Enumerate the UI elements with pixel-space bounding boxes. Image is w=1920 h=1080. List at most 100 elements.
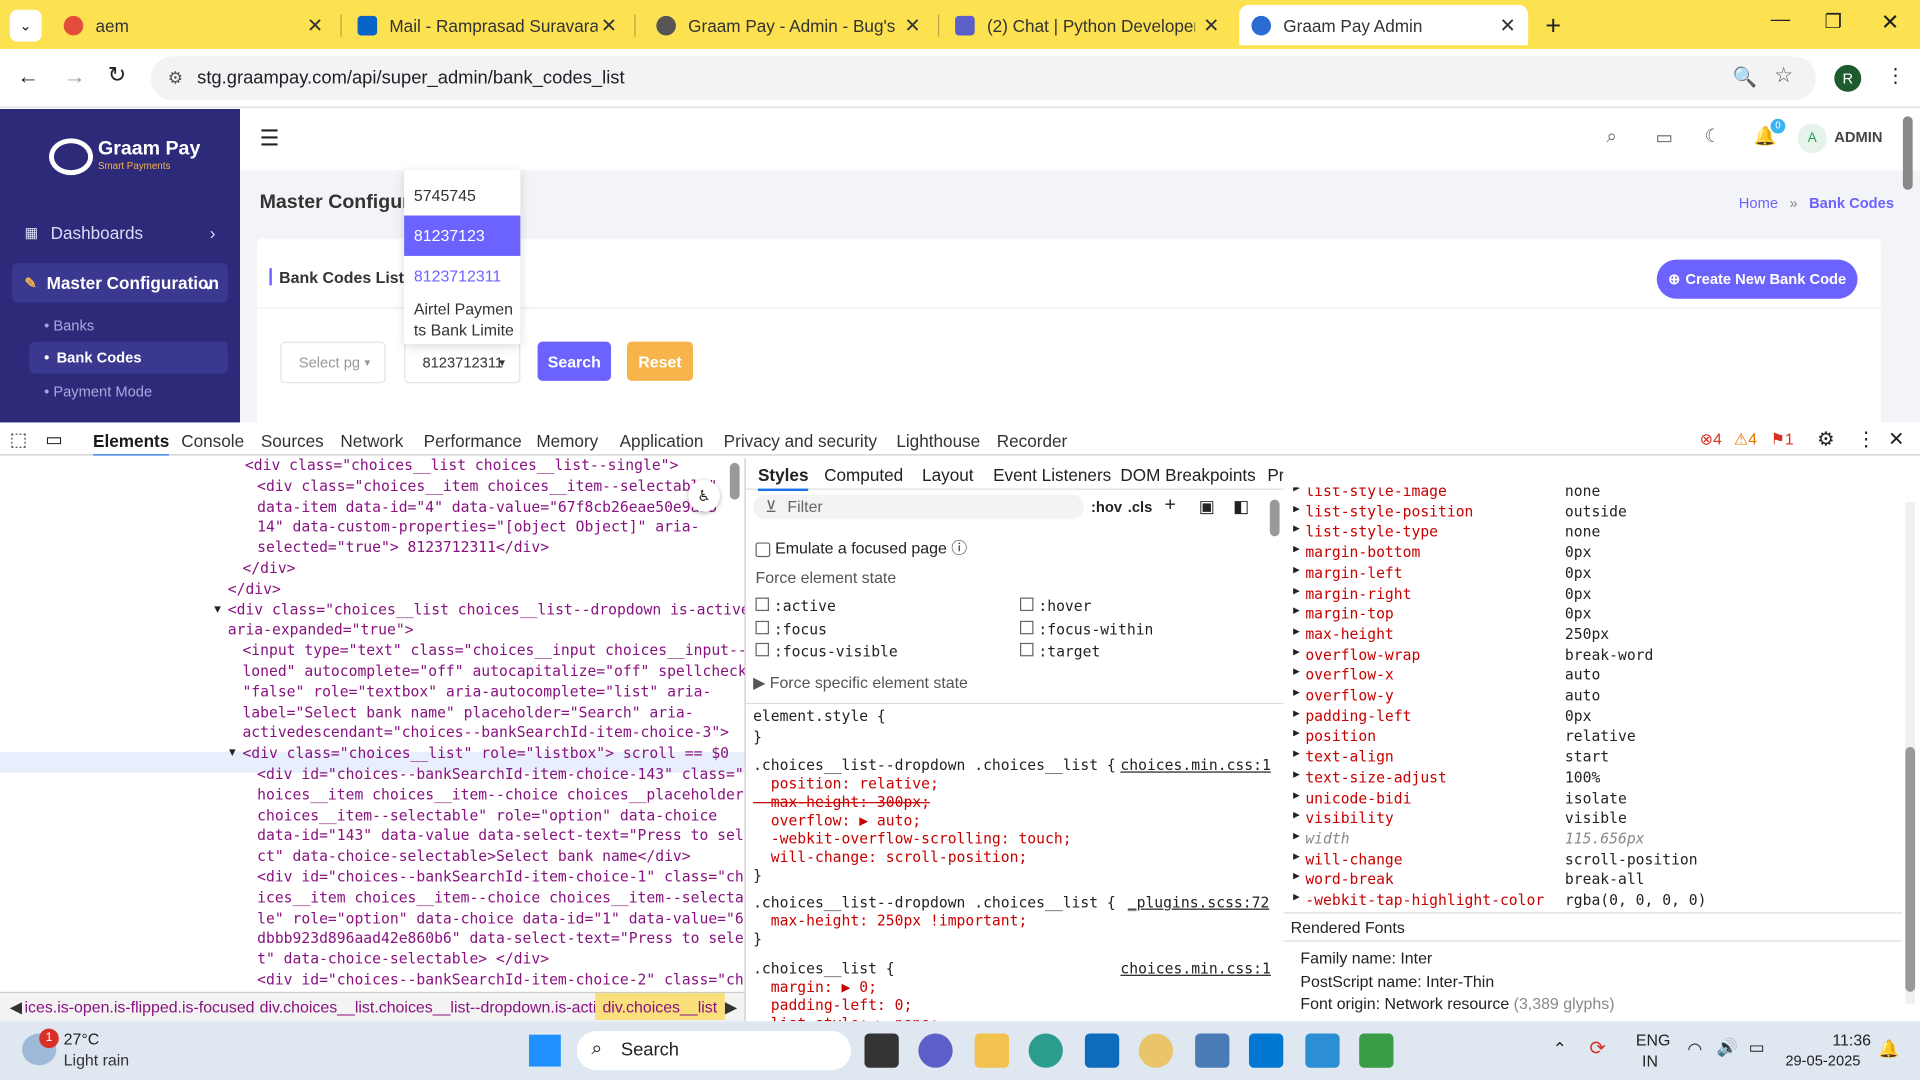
search-button[interactable]: Search <box>537 341 612 381</box>
tab-search-icon[interactable]: ⌄ <box>9 9 42 42</box>
state-target[interactable]: :target <box>1020 642 1100 660</box>
state-focus-visible[interactable]: :focus-visible <box>755 642 898 660</box>
store-icon[interactable] <box>1084 1033 1120 1068</box>
computed-row[interactable]: ▶ list-style-type none <box>1286 523 1898 544</box>
expand-triangle-icon[interactable]: ▶ <box>1293 728 1300 740</box>
clock-time[interactable]: 11:36 <box>1805 1031 1871 1049</box>
chrome-icon[interactable] <box>1138 1033 1174 1068</box>
reset-button[interactable]: Reset <box>626 341 694 381</box>
expand-triangle-icon[interactable]: ▶ <box>1293 564 1300 576</box>
dom-node-line[interactable]: <div id="choices--bankSearchId-item-choi… <box>257 970 744 991</box>
devtools-tab-privacy[interactable]: Privacy and security <box>724 431 877 451</box>
styles-scrollbar[interactable] <box>1269 499 1280 537</box>
crumb-right-arrow-icon[interactable]: ▶ <box>725 998 737 1018</box>
weather-temp[interactable]: 27°C <box>64 1030 100 1048</box>
close-tab-icon[interactable]: ✕ <box>601 13 617 37</box>
style-source-link[interactable]: choices.min.css:1 <box>1120 960 1270 977</box>
dom-node-line[interactable]: </div> <box>228 579 281 600</box>
error-count[interactable]: ⊗4 <box>1700 430 1722 450</box>
close-tab-icon[interactable]: ✕ <box>1500 13 1516 37</box>
expand-triangle-icon[interactable]: ▶ <box>1293 830 1300 842</box>
sidebar-item-master-configuration[interactable]: ✎ Master Configuration ⌄ <box>12 263 228 303</box>
devtools-tab-recorder[interactable]: Recorder <box>997 431 1068 451</box>
dom-node-line[interactable]: <div class="choices__list choices__list-… <box>228 600 745 621</box>
tab-computed[interactable]: Computed <box>824 465 903 485</box>
expand-triangle-icon[interactable]: ▶ <box>1293 789 1300 801</box>
create-bank-code-button[interactable]: ⊕ Create New Bank Code <box>1656 259 1858 299</box>
style-rule-line[interactable]: -webkit-overflow-scrolling: touch; <box>753 830 1072 847</box>
dom-node-line[interactable]: data-id="143" data-value data-select-tex… <box>257 826 744 847</box>
dom-node-line[interactable]: 14" data-custom-properties="[object Obje… <box>257 517 699 538</box>
vscode-icon[interactable] <box>1248 1033 1284 1068</box>
edge-icon[interactable] <box>1028 1033 1063 1068</box>
devtools-tab-application[interactable]: Application <box>620 431 704 451</box>
expand-triangle-icon[interactable]: ▶ <box>1293 707 1300 719</box>
file-explorer-icon[interactable] <box>974 1033 1009 1068</box>
style-rule-line[interactable]: max-height: 250px !important; <box>753 912 1028 929</box>
dom-node-line[interactable]: ct" data-choice-selectable>Select bank n… <box>257 846 690 867</box>
computed-row[interactable]: ▶ overflow-wrap break-word <box>1286 646 1898 667</box>
tab-dom-breakpoints[interactable]: DOM Breakpoints <box>1120 465 1255 485</box>
close-tab-icon[interactable]: ✕ <box>904 13 920 37</box>
minimize-button[interactable]: — <box>1771 10 1791 32</box>
style-rule-line[interactable]: margin: ▶ 0; <box>753 978 877 995</box>
bank-select[interactable]: 8123712311 ▼ <box>404 341 521 384</box>
computed-row[interactable]: ▶ text-align start <box>1286 748 1898 769</box>
tab-layout[interactable]: Layout <box>922 465 973 485</box>
computed-row[interactable]: ▶ word-break break-all <box>1286 871 1898 892</box>
styles-filter-input[interactable]: ⊻ Filter <box>753 494 1084 520</box>
computed-row[interactable]: ▶ -webkit-tap-highlight-color rgba(0, 0, 0… <box>1286 891 1898 909</box>
tab-event-listeners[interactable]: Event Listeners <box>993 465 1111 485</box>
style-rule-line[interactable]: element.style { <box>753 708 886 725</box>
close-tab-icon[interactable]: ✕ <box>1203 13 1219 37</box>
zoom-icon[interactable]: 🔍 <box>1733 65 1757 89</box>
expand-triangle-icon[interactable]: ▶ <box>1293 544 1300 556</box>
crumb-item-active[interactable]: div.choices__list <box>595 993 725 1021</box>
volume-icon[interactable]: 🔊 <box>1717 1037 1738 1058</box>
taskbar-search-box[interactable]: ⌕ Search <box>576 1031 852 1071</box>
devtools-tab-network[interactable]: Network <box>340 431 403 451</box>
wallet-icon[interactable]: ▭ <box>1656 126 1673 148</box>
maximize-button[interactable]: ❐ <box>1825 10 1843 34</box>
crumb-left-arrow-icon[interactable]: ◀ <box>10 998 22 1018</box>
accessibility-icon[interactable]: ♿ <box>688 480 721 512</box>
computed-row[interactable]: ▶ list-style-image none <box>1286 487 1898 503</box>
devtools-tab-performance[interactable]: Performance <box>424 431 522 451</box>
warning-count[interactable]: ⚠4 <box>1734 430 1757 450</box>
computed-row[interactable]: ▶ margin-top 0px <box>1286 605 1898 626</box>
crumb-item[interactable]: div.choices__list.choices__list--dropdow… <box>260 998 614 1016</box>
dom-node-line[interactable]: selected="true"> 8123712311</div> <box>257 538 549 559</box>
inspect-element-icon[interactable]: ⬚ <box>10 429 27 451</box>
style-rule-line[interactable]: will-change: scroll-position; <box>753 849 1028 866</box>
elements-scrollbar[interactable] <box>729 462 740 500</box>
devtools-tab-lighthouse[interactable]: Lighthouse <box>896 431 980 451</box>
new-tab-button[interactable]: + <box>1545 10 1561 42</box>
language-indicator[interactable]: ENG <box>1636 1031 1670 1049</box>
site-info-icon[interactable]: ⚙ <box>168 67 183 88</box>
dom-node-line[interactable]: hoices__item choices__item--choice choic… <box>257 785 744 806</box>
close-window-button[interactable]: ✕ <box>1881 10 1899 36</box>
network-tool-icon[interactable] <box>1359 1033 1394 1068</box>
dom-node-line[interactable]: <input type="text" class="choices__input… <box>242 641 744 662</box>
state-focus-within[interactable]: :focus-within <box>1020 620 1153 638</box>
weather-desc[interactable]: Light rain <box>64 1051 129 1069</box>
battery-icon[interactable]: ▭ <box>1749 1037 1765 1058</box>
reload-icon[interactable]: ↻ <box>108 62 126 88</box>
tab-properties[interactable]: Properties <box>1267 465 1283 485</box>
style-rule-line[interactable]: position: relative; <box>753 775 939 792</box>
tab-styles[interactable]: Styles <box>757 465 809 492</box>
state-active[interactable]: :active <box>755 597 836 615</box>
sidebar-subitem-payment-mode[interactable]: • Payment Mode <box>44 383 152 400</box>
collapse-triangle-icon[interactable]: ▼ <box>229 744 236 765</box>
computed-row[interactable]: ▶ list-style-position outside <box>1286 503 1898 524</box>
devtools-tab-memory[interactable]: Memory <box>536 431 598 451</box>
computed-row[interactable]: ▶ margin-bottom 0px <box>1286 544 1898 565</box>
devtools-tab-sources[interactable]: Sources <box>261 431 324 451</box>
forward-icon[interactable]: → <box>64 64 86 90</box>
new-style-rule-icon[interactable]: + <box>1164 495 1175 517</box>
hov-toggle[interactable]: :hov <box>1091 498 1122 515</box>
computed-row[interactable]: ▶ margin-right 0px <box>1286 585 1898 606</box>
notepad-icon[interactable] <box>1305 1033 1340 1068</box>
dom-node-line[interactable]: <div class="choices__item choices__item-… <box>257 476 717 497</box>
dom-node-line[interactable]: <div id="choices--bankSearchId-item-choi… <box>257 867 744 888</box>
